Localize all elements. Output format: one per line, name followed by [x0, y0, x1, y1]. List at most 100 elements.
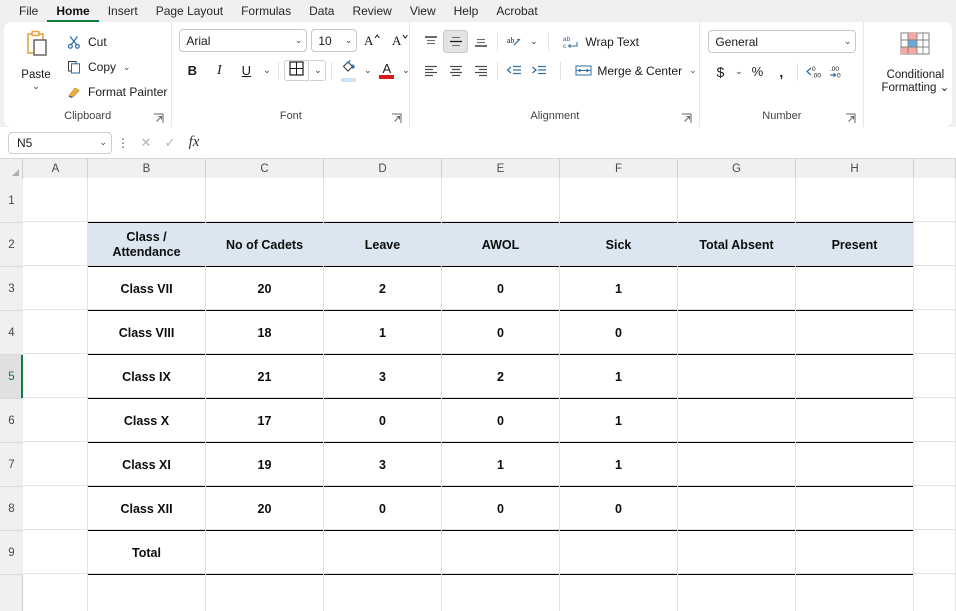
paste-chevron-down-icon[interactable]: ⌄ [32, 82, 40, 91]
table-cell-empty[interactable] [795, 486, 914, 531]
column-header-D[interactable]: D [324, 159, 442, 178]
merge-and-center-button[interactable]: Merge & Center ⌄ [569, 59, 701, 82]
table-cell-empty[interactable] [205, 530, 324, 575]
cut-button[interactable]: Cut [62, 31, 171, 53]
row-header-2[interactable]: 2 [0, 223, 23, 267]
align-left-button[interactable] [418, 59, 443, 82]
table-cell[interactable]: 20 [205, 266, 324, 311]
table-cell-empty[interactable] [677, 266, 796, 311]
table-cell[interactable]: 17 [205, 398, 324, 443]
table-header-cell[interactable]: Sick [559, 222, 678, 267]
font-color-button[interactable]: A [375, 59, 398, 82]
table-cell[interactable]: Class VIII [87, 310, 206, 355]
table-cell[interactable]: 0 [559, 486, 678, 531]
decrease-indent-button[interactable] [502, 59, 527, 82]
table-cell[interactable]: 0 [441, 266, 560, 311]
accounting-format-button[interactable]: $ [708, 60, 732, 83]
fill-color-button[interactable] [337, 59, 360, 82]
font-name-input[interactable]: Arial ⌄ [179, 29, 308, 52]
table-cell[interactable]: 21 [205, 354, 324, 399]
insert-function-icon[interactable]: fx [182, 132, 206, 154]
table-cell-empty[interactable] [677, 310, 796, 355]
table-header-cell[interactable]: Present [795, 222, 914, 267]
table-cell[interactable]: 0 [323, 486, 442, 531]
table-cell-empty[interactable] [795, 398, 914, 443]
row-header-1[interactable]: 1 [0, 179, 23, 223]
table-cell[interactable]: Class XI [87, 442, 206, 487]
underline-chevron-down-icon[interactable]: ⌄ [260, 59, 273, 82]
ribbon-tab-data[interactable]: Data [300, 1, 343, 22]
table-cell[interactable]: 0 [323, 398, 442, 443]
copy-button[interactable]: Copy ⌄ [62, 56, 171, 78]
table-cell[interactable]: 1 [559, 398, 678, 443]
ribbon-tab-home[interactable]: Home [47, 1, 99, 22]
table-cell-empty[interactable] [795, 266, 914, 311]
font-dialog-launcher[interactable] [391, 113, 403, 125]
table-cell[interactable]: 1 [441, 442, 560, 487]
table-cell-empty[interactable] [677, 486, 796, 531]
column-header-F[interactable]: F [560, 159, 678, 178]
table-cell[interactable]: 1 [559, 266, 678, 311]
increase-font-size-button[interactable]: A [361, 29, 385, 52]
row-header-8[interactable]: 8 [0, 487, 23, 531]
percent-style-button[interactable]: % [745, 60, 769, 83]
row-header-9[interactable]: 9 [0, 531, 23, 575]
table-cell-empty[interactable] [323, 530, 442, 575]
table-cell[interactable]: 2 [323, 266, 442, 311]
copy-chevron-down-icon[interactable]: ⌄ [123, 62, 131, 73]
column-header-E[interactable]: E [442, 159, 560, 178]
borders-chevron-down-icon[interactable]: ⌄ [310, 60, 327, 81]
row-header-3[interactable]: 3 [0, 267, 23, 311]
font-name-chevron-down-icon[interactable]: ⌄ [291, 35, 303, 46]
table-cell-empty[interactable] [677, 442, 796, 487]
table-cell-empty[interactable] [795, 310, 914, 355]
ribbon-tab-acrobat[interactable]: Acrobat [487, 1, 546, 22]
align-right-button[interactable] [468, 59, 493, 82]
table-header-cell[interactable]: No of Cadets [205, 222, 324, 267]
borders-button[interactable] [284, 60, 310, 81]
cancel-entry-icon[interactable]: ✕ [134, 132, 158, 154]
column-header-partial[interactable] [914, 159, 956, 178]
table-header-cell[interactable]: Leave [323, 222, 442, 267]
table-cell[interactable]: 20 [205, 486, 324, 531]
table-header-cell[interactable]: AWOL [441, 222, 560, 267]
table-cell[interactable]: 1 [559, 354, 678, 399]
table-cell-empty[interactable] [795, 354, 914, 399]
number-format-chevron-down-icon[interactable]: ⌄ [840, 36, 852, 47]
row-header-4[interactable]: 4 [0, 311, 23, 355]
format-painter-button[interactable]: Format Painter [62, 81, 171, 103]
table-cell[interactable]: Class VII [87, 266, 206, 311]
table-cell-empty[interactable] [441, 530, 560, 575]
column-header-B[interactable]: B [88, 159, 206, 178]
row-header-5[interactable]: 5 [0, 355, 23, 399]
table-header-cell[interactable]: Class / Attendance [87, 222, 206, 267]
select-all-corner-button[interactable] [0, 159, 23, 178]
increase-indent-button[interactable] [527, 59, 552, 82]
ribbon-tab-formulas[interactable]: Formulas [232, 1, 300, 22]
ribbon-tab-view[interactable]: View [401, 1, 445, 22]
ribbon-tab-page-layout[interactable]: Page Layout [147, 1, 232, 22]
table-cell[interactable]: 3 [323, 354, 442, 399]
ribbon-tab-review[interactable]: Review [343, 1, 400, 22]
table-header-cell[interactable]: Total Absent [677, 222, 796, 267]
table-cell[interactable]: 0 [441, 310, 560, 355]
ribbon-tab-insert[interactable]: Insert [99, 1, 147, 22]
table-cell-empty[interactable] [677, 354, 796, 399]
formula-input[interactable] [212, 131, 950, 154]
table-cell-empty[interactable] [559, 530, 678, 575]
table-cell[interactable]: 1 [323, 310, 442, 355]
number-dialog-launcher[interactable] [845, 113, 857, 125]
table-cell-empty[interactable] [795, 530, 914, 575]
table-cell-empty[interactable] [677, 530, 796, 575]
name-box[interactable]: N5 ⌄ [8, 131, 112, 154]
ribbon-tab-file[interactable]: File [10, 1, 47, 22]
alignment-dialog-launcher[interactable] [681, 113, 693, 125]
align-center-button[interactable] [443, 59, 468, 82]
number-format-select[interactable]: General ⌄ [708, 30, 857, 53]
align-top-button[interactable] [418, 30, 443, 53]
table-cell[interactable]: 18 [205, 310, 324, 355]
column-header-G[interactable]: G [678, 159, 796, 178]
underline-button[interactable]: U [233, 59, 259, 82]
table-cell[interactable]: 0 [441, 486, 560, 531]
decrease-decimal-button[interactable]: .00 0 [826, 60, 850, 83]
